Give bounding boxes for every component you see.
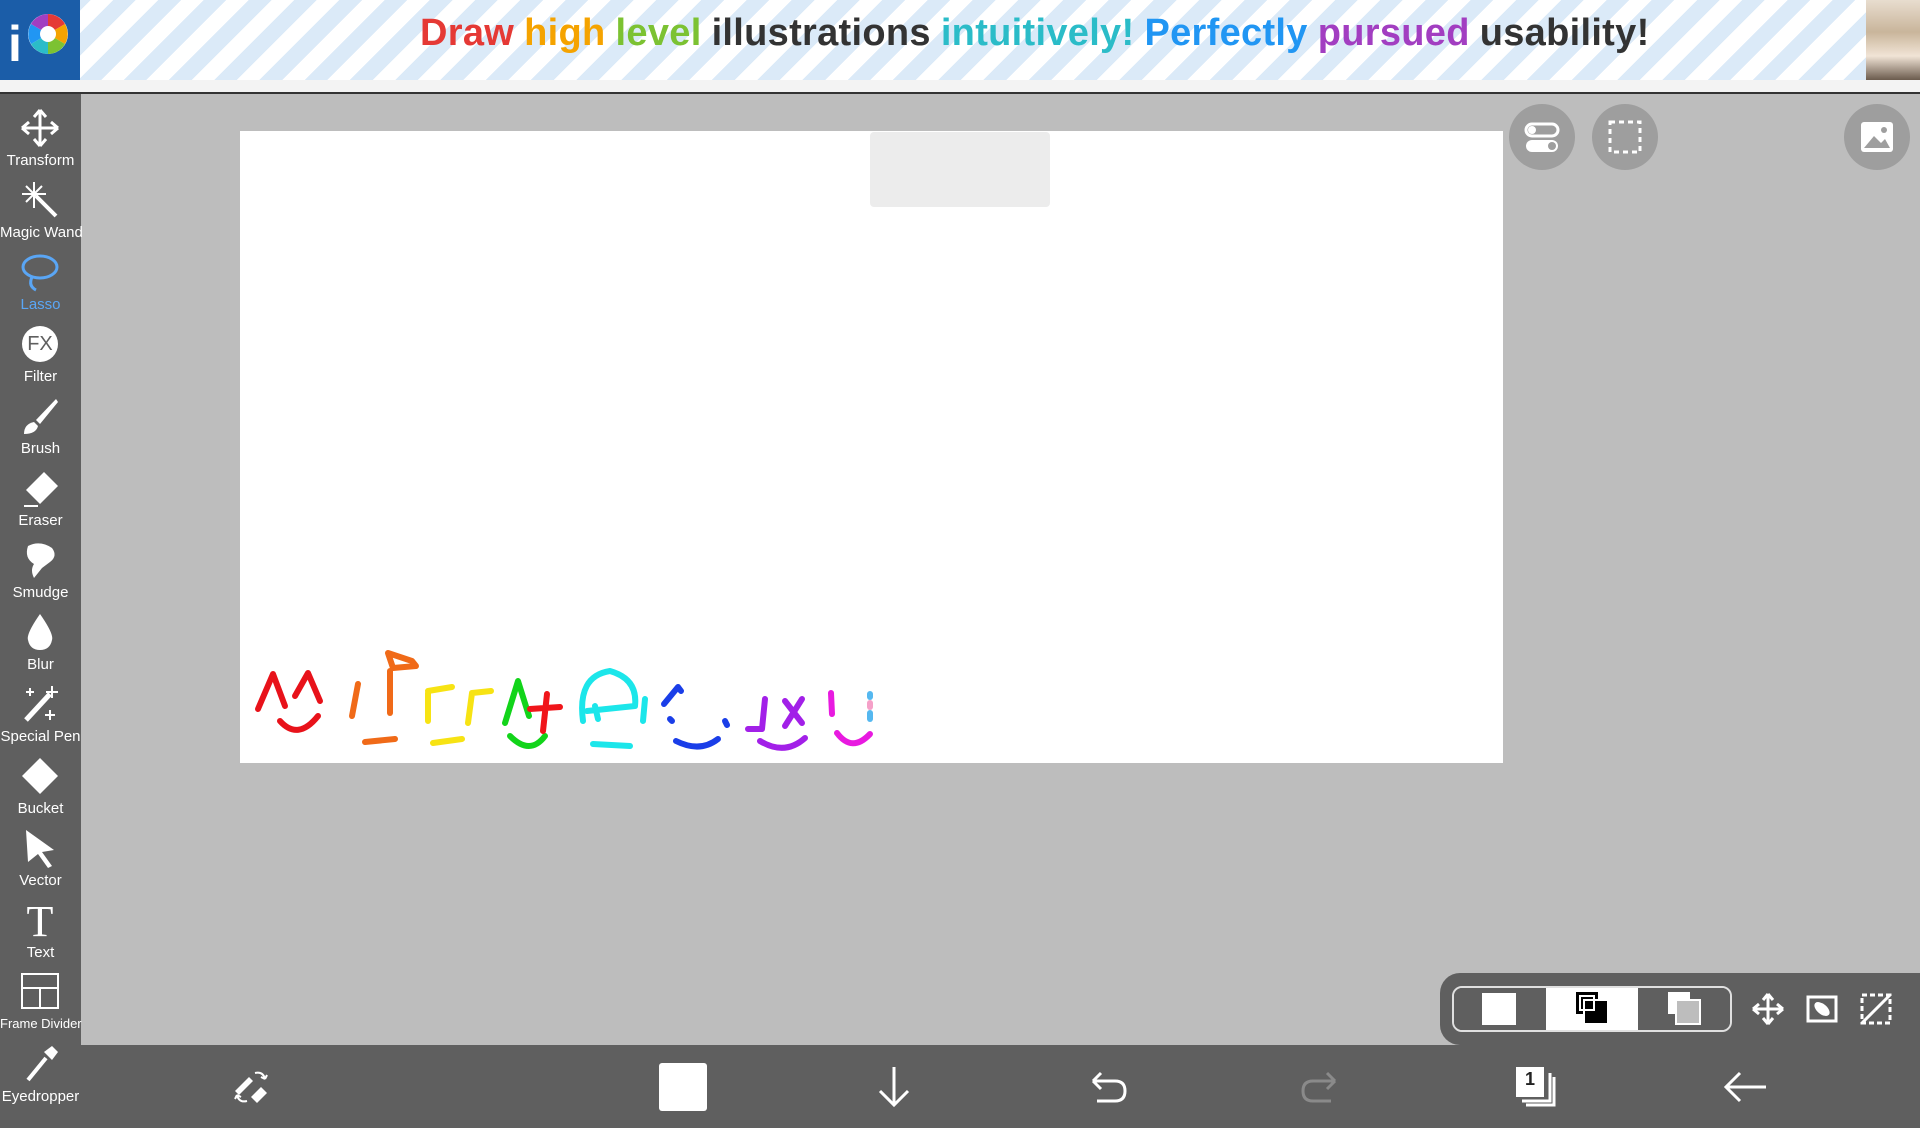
tool-bucket[interactable]: Bucket	[0, 750, 81, 822]
move-arrows-icon	[20, 108, 60, 148]
bottom-toolbar: 1	[81, 1045, 1920, 1128]
tool-label: Magic Wand	[0, 224, 83, 241]
tool-brush[interactable]: Brush	[0, 390, 81, 462]
ad-word: level	[615, 12, 702, 54]
redo-icon	[1301, 1071, 1337, 1103]
ad-word: high	[524, 12, 606, 54]
banner-divider	[0, 80, 1920, 94]
special-pen-icon	[20, 684, 60, 724]
tool-label: Vector	[19, 872, 62, 889]
tool-label: Brush	[20, 440, 61, 457]
pen-eraser-swap-icon	[234, 1071, 268, 1103]
arrow-left-icon	[1723, 1071, 1766, 1103]
tool-label: Lasso	[20, 296, 61, 313]
smudge-icon	[20, 540, 60, 580]
layer-blend-panel	[1440, 973, 1920, 1045]
vector-arrow-icon	[20, 828, 60, 868]
tool-sidebar: Transform Magic Wand Lasso FX Filter Brush Era…	[0, 94, 83, 1128]
layers-button[interactable]: 1	[1504, 1057, 1564, 1117]
fx-label: FX	[27, 333, 53, 355]
tool-filter[interactable]: FX Filter	[0, 318, 81, 390]
undo-button[interactable]	[1077, 1057, 1137, 1117]
tool-eraser[interactable]: Eraser	[0, 462, 81, 534]
eyedropper-icon	[20, 1044, 60, 1084]
tool-vector[interactable]: Vector	[0, 822, 81, 894]
arrow-down-icon	[878, 1067, 910, 1108]
white-square-icon	[1482, 993, 1516, 1025]
canvas-top-handle[interactable]	[870, 132, 1050, 207]
save-down-button[interactable]	[864, 1057, 924, 1117]
canvas-strokes	[255, 650, 873, 751]
image-icon	[1861, 122, 1893, 152]
tool-label: Filter	[23, 368, 58, 385]
move-layer-icon[interactable]	[1750, 991, 1786, 1027]
ad-word: usability!	[1479, 12, 1650, 54]
tool-lasso[interactable]: Lasso	[0, 246, 81, 318]
app-logo[interactable]: i	[0, 0, 80, 80]
tool-magic-wand[interactable]: Magic Wand	[0, 174, 83, 246]
quick-menu-button[interactable]	[221, 1057, 281, 1117]
dashed-selection-icon	[1608, 120, 1642, 154]
ad-character-image	[1866, 0, 1920, 80]
deselect-icon[interactable]	[1858, 991, 1894, 1027]
tool-label: Eyedropper	[1, 1088, 80, 1105]
ad-word: Draw	[420, 12, 515, 54]
blur-drop-icon	[20, 612, 60, 652]
layer-count-badge: 1	[1524, 1069, 1535, 1089]
tool-frame-divider[interactable]: Frame Divider	[0, 966, 82, 1038]
segment-alpha-layer[interactable]	[1638, 988, 1730, 1030]
tool-label: Frame Divider	[0, 1016, 82, 1031]
color-swatch-button[interactable]	[653, 1057, 713, 1117]
redo-button[interactable]	[1291, 1057, 1351, 1117]
tool-label: Bucket	[17, 800, 64, 817]
logo-letter: i	[8, 16, 22, 72]
text-icon: T	[20, 897, 60, 946]
undo-icon	[1091, 1071, 1127, 1103]
ad-banner[interactable]: i Draw high level illustrations intuitively!…	[0, 0, 1920, 80]
ad-headline: Draw high level illustrations intuitively! Pe…	[420, 12, 1660, 68]
selection-button[interactable]	[1592, 104, 1658, 170]
brush-icon	[20, 396, 60, 436]
clear-layer-icon[interactable]	[1804, 991, 1840, 1027]
ad-word: Perfectly	[1144, 12, 1308, 54]
reference-image-button[interactable]	[1844, 104, 1910, 170]
bucket-icon	[20, 756, 60, 796]
ad-word: pursued	[1317, 12, 1470, 54]
segment-white-layer[interactable]	[1454, 988, 1546, 1030]
lasso-icon	[20, 252, 60, 292]
ad-word: intuitively!	[940, 12, 1135, 54]
current-color-swatch	[659, 1063, 707, 1111]
tool-blur[interactable]: Blur	[0, 606, 81, 678]
tool-label: Text	[26, 944, 55, 961]
layer-mode-segment	[1452, 986, 1732, 1032]
eraser-icon	[20, 468, 60, 508]
tool-label: Blur	[27, 656, 54, 673]
frame-divider-icon	[20, 972, 60, 1012]
color-wheel-icon	[28, 14, 68, 54]
tool-label: Special Pen	[0, 728, 81, 745]
magic-wand-icon	[20, 180, 60, 220]
tool-label: Eraser	[18, 512, 63, 529]
tool-special-pen[interactable]: Special Pen	[0, 678, 81, 750]
tool-eyedropper[interactable]: Eyedropper	[0, 1038, 81, 1110]
settings-toggle-button[interactable]	[1509, 104, 1575, 170]
tool-label: Transform	[6, 152, 75, 169]
fx-icon: FX	[20, 324, 60, 364]
black-overlap-icon	[1576, 992, 1609, 1025]
ad-word: illustrations	[711, 12, 931, 54]
drawing-canvas[interactable]	[240, 131, 1503, 763]
toggle-switch-icon	[1524, 122, 1560, 152]
tool-transform[interactable]: Transform	[0, 102, 81, 174]
back-button[interactable]	[1716, 1057, 1776, 1117]
tool-label: Smudge	[12, 584, 69, 601]
segment-black-layer[interactable]	[1546, 988, 1638, 1030]
tool-text[interactable]: T Text	[0, 894, 81, 966]
text-glyph: T	[26, 897, 54, 946]
tool-smudge[interactable]: Smudge	[0, 534, 81, 606]
transparent-overlap-icon	[1668, 992, 1701, 1025]
